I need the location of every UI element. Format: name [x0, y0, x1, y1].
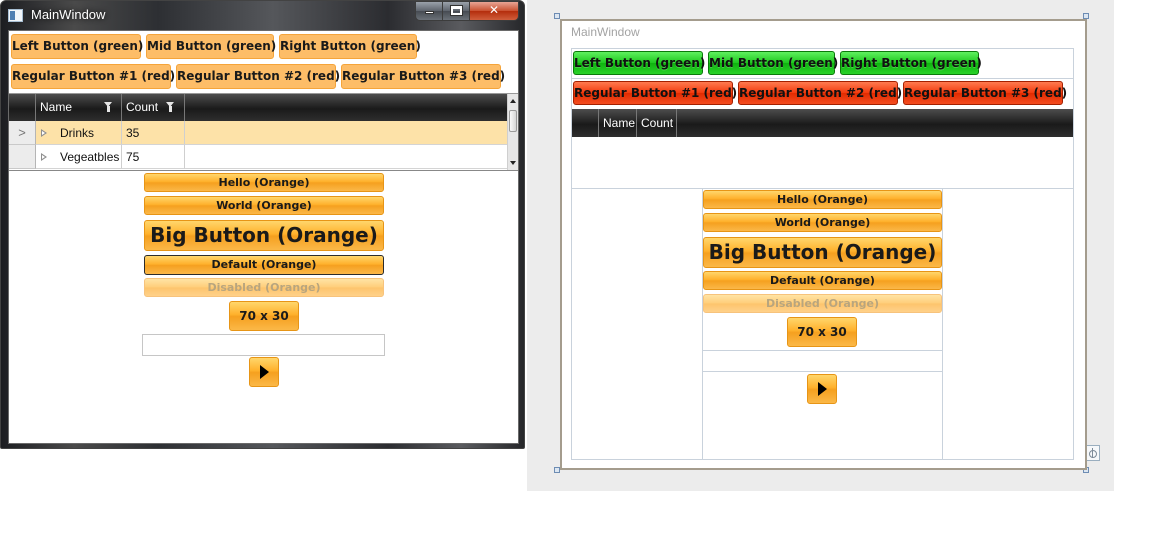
designer-grid-header[interactable]: Name Count [572, 109, 1073, 137]
world-button[interactable]: World (Orange) [144, 196, 384, 215]
main-window: MainWindow ✕ Left Button (green) Mid But… [0, 0, 525, 449]
close-icon: ✕ [488, 3, 500, 17]
column-header-count[interactable]: Count [122, 94, 185, 121]
designer-small-button[interactable]: 70 x 30 [787, 317, 857, 347]
scroll-thumb[interactable] [509, 110, 517, 132]
grid-corner [572, 109, 599, 137]
designer-world-button[interactable]: World (Orange) [703, 213, 942, 232]
play-button[interactable] [249, 357, 279, 387]
small-button[interactable]: 70 x 30 [229, 301, 299, 331]
designer-left-button[interactable]: Left Button (green) [573, 51, 705, 75]
designer-window-frame[interactable]: MainWindow Left Button (green) Mid Butto… [560, 19, 1087, 470]
regular-button-2[interactable]: Regular Button #2 (red) [176, 64, 340, 89]
table-row[interactable]: Vegeatbles 75 [9, 145, 507, 169]
window-client-area: Left Button (green) Mid Button (green) R… [8, 30, 519, 444]
regular-button-3[interactable]: Regular Button #3 (red) [341, 64, 505, 89]
disabled-button: Disabled (Orange) [144, 278, 384, 297]
expander-icon[interactable] [41, 129, 47, 137]
text-input[interactable] [142, 334, 385, 356]
maximize-icon [450, 6, 462, 15]
table-row[interactable]: > Drinks 35 [9, 121, 507, 145]
row-header[interactable]: > [9, 121, 36, 145]
designer-big-button[interactable]: Big Button (Orange) [703, 237, 942, 268]
column-header-label: Count [126, 100, 159, 114]
layout-guide [571, 48, 1074, 49]
grid-cell-name[interactable]: Drinks [36, 121, 122, 145]
play-icon [817, 382, 827, 396]
window-app-icon [8, 9, 23, 22]
data-grid[interactable]: Name Count > Drinks 35 Vegeatbles 75 [9, 93, 518, 171]
maximize-button[interactable] [442, 1, 470, 21]
designer-regular-button-1[interactable]: Regular Button #1 (red) [573, 81, 737, 105]
cell-text: Vegeatbles [60, 150, 120, 164]
filter-icon[interactable] [166, 102, 175, 112]
grid-cell-name[interactable]: Vegeatbles [36, 145, 122, 169]
layout-guide [702, 350, 942, 351]
left-button[interactable]: Left Button (green) [11, 34, 143, 59]
cell-text: Drinks [60, 126, 95, 140]
window-title: MainWindow [31, 7, 106, 22]
hello-button[interactable]: Hello (Orange) [144, 173, 384, 192]
grid-cell-count[interactable]: 35 [122, 121, 185, 145]
column-header-name[interactable]: Name [599, 109, 637, 137]
designer-regular-button-3[interactable]: Regular Button #3 (red) [903, 81, 1067, 105]
vertical-scrollbar[interactable] [507, 94, 518, 170]
grid-cell-filler [185, 145, 507, 169]
layout-guide [571, 78, 1074, 79]
grid-cell-count[interactable]: 75 [122, 145, 185, 169]
filter-icon[interactable] [104, 102, 113, 112]
column-header-label: Name [40, 100, 73, 114]
close-button[interactable]: ✕ [469, 1, 519, 21]
designer-mid-button[interactable]: Mid Button (green) [708, 51, 838, 75]
designer-disabled-button: Disabled (Orange) [703, 294, 942, 313]
expander-icon[interactable] [41, 153, 47, 161]
play-icon [259, 365, 269, 379]
column-header-count[interactable]: Count [637, 109, 677, 137]
mid-button[interactable]: Mid Button (green) [146, 34, 276, 59]
regular-button-1[interactable]: Regular Button #1 (red) [11, 64, 175, 89]
minimize-button[interactable] [415, 1, 443, 21]
window-titlebar[interactable]: MainWindow ✕ [1, 1, 524, 29]
scroll-up-icon[interactable] [508, 95, 518, 108]
designer-play-button[interactable] [807, 374, 837, 404]
layout-guide [1073, 48, 1074, 459]
designer-default-button[interactable]: Default (Orange) [703, 271, 942, 290]
row-header[interactable] [9, 145, 36, 169]
designer-hello-button[interactable]: Hello (Orange) [703, 190, 942, 209]
grid-cell-filler [185, 121, 507, 145]
grid-header: Name Count [9, 94, 507, 121]
layout-guide [571, 459, 1074, 460]
designer-regular-button-2[interactable]: Regular Button #2 (red) [738, 81, 902, 105]
layout-guide [942, 189, 943, 459]
big-button[interactable]: Big Button (Orange) [144, 220, 384, 251]
designer-window-title: MainWindow [571, 25, 640, 39]
column-header-name[interactable]: Name [36, 94, 122, 121]
layout-guide [571, 188, 1074, 189]
designer-right-button[interactable]: Right Button (green) [840, 51, 982, 75]
grid-corner [9, 94, 36, 121]
right-button[interactable]: Right Button (green) [279, 34, 421, 59]
designer-surface: MainWindow Left Button (green) Mid Butto… [527, 0, 1114, 491]
layout-guide [702, 371, 942, 372]
minimize-icon [424, 11, 434, 14]
scroll-down-icon[interactable] [508, 157, 518, 170]
default-button[interactable]: Default (Orange) [144, 255, 384, 275]
